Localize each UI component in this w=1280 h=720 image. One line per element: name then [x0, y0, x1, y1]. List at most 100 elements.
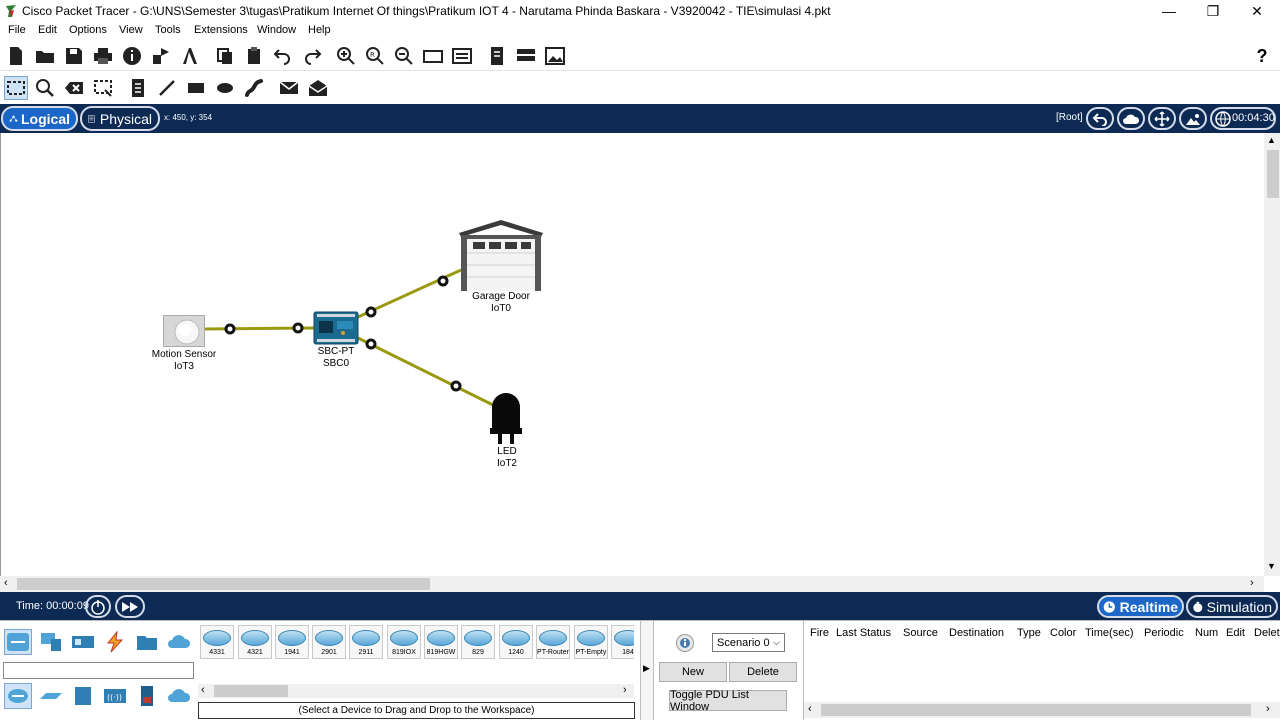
device-model-pt-empty[interactable]: PT-Empty [574, 625, 608, 659]
realtime-mode-button[interactable]: Realtime [1097, 595, 1184, 618]
device-model-4321[interactable]: 4321 [238, 625, 272, 659]
draw-line-icon[interactable] [155, 76, 179, 100]
print-icon[interactable] [91, 44, 115, 68]
subcategory-wan-emulation-icon[interactable] [165, 683, 193, 709]
menu-file[interactable]: File [8, 24, 26, 36]
garage-door-icon[interactable] [457, 219, 545, 291]
power-cycle-button[interactable] [85, 595, 111, 618]
scenario-info-icon[interactable] [676, 634, 694, 652]
logical-workspace[interactable]: Garage Door IoT0 Motion Sensor IoT3 SBC-… [0, 133, 1264, 576]
menu-edit[interactable]: Edit [38, 24, 57, 36]
close-button[interactable]: ✕ [1234, 0, 1280, 22]
cluster-cloud-icon[interactable] [1117, 107, 1145, 130]
zoom-reset-icon[interactable]: R [363, 44, 387, 68]
category-network-devices-icon[interactable] [4, 629, 32, 655]
fast-forward-button[interactable] [115, 595, 145, 618]
scroll-right-icon[interactable]: › [1250, 577, 1254, 589]
scroll-down-icon[interactable]: ▼ [1267, 561, 1276, 571]
draw-rectangle-icon[interactable] [184, 76, 208, 100]
menu-view[interactable]: View [119, 24, 143, 36]
subcategory-switches-icon[interactable] [37, 683, 65, 709]
redo-icon[interactable] [300, 44, 324, 68]
move-object-icon[interactable] [1148, 107, 1176, 130]
device-model-2901[interactable]: 2901 [312, 625, 346, 659]
delete-icon[interactable] [62, 76, 86, 100]
device-search-field[interactable] [3, 662, 194, 679]
device-model-pt-router[interactable]: PT-Router [536, 625, 570, 659]
back-icon[interactable] [1086, 107, 1114, 130]
device-model-184[interactable]: 184 [611, 625, 634, 659]
menu-help[interactable]: Help [308, 24, 331, 36]
workspace-horizontal-scrollbar[interactable]: ‹ › [0, 576, 1264, 592]
device-model-1941[interactable]: 1941 [275, 625, 309, 659]
activity-wizard-icon[interactable] [178, 44, 202, 68]
models-scroll-right-icon[interactable]: › [623, 684, 627, 696]
menu-options[interactable]: Options [69, 24, 107, 36]
subcategory-wireless-icon[interactable]: ((·)) [101, 683, 129, 709]
minimize-button[interactable]: — [1146, 0, 1192, 22]
custom-devices-icon[interactable] [450, 44, 474, 68]
device-model-4331[interactable]: 4331 [200, 625, 234, 659]
device-model-829[interactable]: 829 [461, 625, 495, 659]
new-file-icon[interactable] [4, 44, 28, 68]
subcategory-security-icon[interactable] [133, 683, 161, 709]
category-end-devices-icon[interactable] [37, 629, 65, 655]
pdu-scroll-right-icon[interactable]: › [1266, 703, 1270, 715]
notes-icon[interactable] [485, 44, 509, 68]
device-model-scrollbar[interactable]: ‹ › [198, 684, 634, 698]
menu-tools[interactable]: Tools [155, 24, 181, 36]
workspace-vertical-scrollbar[interactable]: ▲ ▼ [1264, 133, 1280, 576]
subcategory-hubs-icon[interactable] [69, 683, 97, 709]
resize-shape-icon[interactable] [91, 76, 115, 100]
complex-pdu-icon[interactable] [306, 76, 330, 100]
device-model-1240[interactable]: 1240 [499, 625, 533, 659]
set-background-icon[interactable] [1179, 107, 1207, 130]
device-list-icon[interactable] [514, 44, 538, 68]
paste-icon[interactable] [242, 44, 266, 68]
place-note-icon[interactable] [126, 76, 150, 100]
expand-arrow-icon[interactable]: ▶ [643, 663, 650, 674]
help-icon[interactable]: ? [1250, 44, 1274, 68]
freeform-icon[interactable] [242, 76, 266, 100]
vertical-scroll-thumb[interactable] [1267, 150, 1279, 198]
menu-window[interactable]: Window [257, 24, 296, 36]
models-scroll-thumb[interactable] [214, 685, 288, 697]
open-folder-icon[interactable] [33, 44, 57, 68]
pdu-list-scrollbar[interactable]: ‹ › [804, 702, 1280, 718]
category-multiuser-icon[interactable] [165, 629, 193, 655]
new-scenario-button[interactable]: New [659, 662, 727, 682]
pdu-scroll-thumb[interactable] [821, 704, 1251, 716]
scenario-select[interactable]: Scenario 0 ⌵ [712, 633, 785, 652]
toggle-pdu-list-button[interactable]: Toggle PDU List Window [669, 689, 787, 713]
copy-icon[interactable] [213, 44, 237, 68]
pdu-scroll-left-icon[interactable]: ‹ [808, 703, 812, 715]
zoom-out-icon[interactable] [392, 44, 416, 68]
motion-sensor-device[interactable] [163, 315, 205, 347]
sbc-board-icon[interactable] [313, 311, 359, 345]
horizontal-scroll-thumb[interactable] [17, 578, 430, 590]
category-connections-icon[interactable] [101, 629, 129, 655]
simple-pdu-icon[interactable] [277, 76, 301, 100]
device-model-819iox[interactable]: 819IOX [387, 625, 421, 659]
scroll-left-icon[interactable]: ‹ [4, 577, 8, 589]
category-misc-icon[interactable] [133, 629, 161, 655]
undo-icon[interactable] [271, 44, 295, 68]
subcategory-routers-icon[interactable] [4, 683, 32, 709]
select-icon[interactable] [4, 76, 28, 100]
tab-logical[interactable]: Logical [1, 106, 78, 131]
zoom-in-icon[interactable] [334, 44, 358, 68]
models-scroll-left-icon[interactable]: ‹ [201, 684, 205, 696]
info-icon[interactable] [120, 44, 144, 68]
menu-extensions[interactable]: Extensions [194, 24, 248, 36]
device-model-819hgw[interactable]: 819HGW [424, 625, 458, 659]
delete-scenario-button[interactable]: Delete [729, 662, 797, 682]
device-model-2911[interactable]: 2911 [349, 625, 383, 659]
drawing-palette-icon[interactable] [421, 44, 445, 68]
save-icon[interactable] [62, 44, 86, 68]
category-components-icon[interactable] [69, 629, 97, 655]
network-wizard-icon[interactable] [149, 44, 173, 68]
image-icon[interactable] [543, 44, 567, 68]
restore-button[interactable]: ❐ [1190, 0, 1236, 22]
tab-physical[interactable]: Physical [80, 106, 160, 131]
led-icon[interactable] [489, 390, 523, 446]
